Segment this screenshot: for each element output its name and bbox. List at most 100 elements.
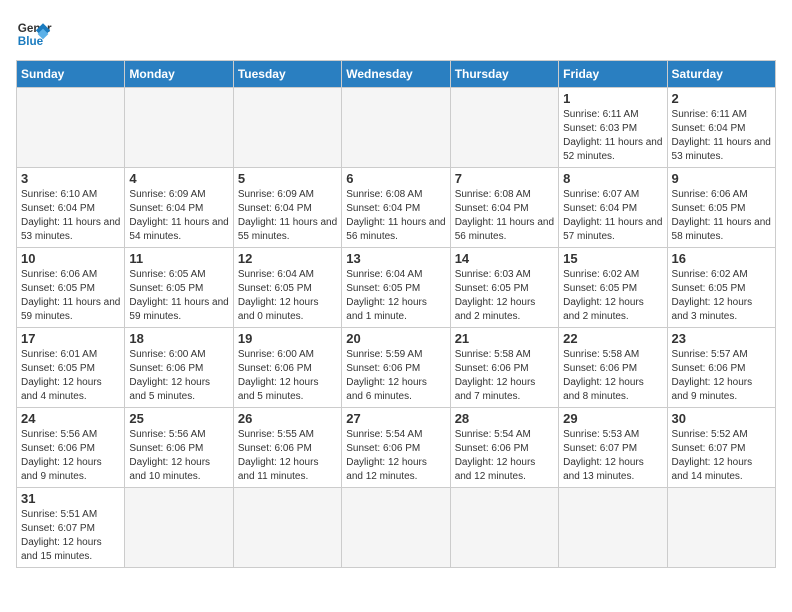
day-number: 11 [129, 251, 228, 266]
day-number: 22 [563, 331, 662, 346]
calendar-week-2: 3Sunrise: 6:10 AM Sunset: 6:04 PM Daylig… [17, 168, 776, 248]
calendar-cell: 10 Sunrise: 6:06 AM Sunset: 6:05 PM Dayli… [17, 248, 125, 328]
day-info: Sunrise: 5:56 AM Sunset: 6:06 PM Dayligh… [21, 428, 120, 484]
day-number: 2 [672, 91, 771, 106]
day-number: 10 [21, 251, 120, 266]
day-info: Sunrise: 5:55 AM Sunset: 6:06 PM Dayligh… [238, 428, 337, 484]
calendar-cell: 1Sunrise: 6:11 AM Sunset: 6:03 PM Daylig… [559, 88, 667, 168]
day-info: Sunrise: 5:58 AM Sunset: 6:06 PM Dayligh… [455, 348, 554, 404]
calendar-cell [342, 488, 450, 568]
calendar-cell [17, 88, 125, 168]
calendar-cell: 7Sunrise: 6:08 AM Sunset: 6:04 PM Daylig… [450, 168, 558, 248]
day-info: Sunrise: 6:09 AM Sunset: 6:04 PM Dayligh… [129, 188, 228, 244]
calendar-cell: 30 Sunrise: 5:52 AM Sunset: 6:07 PM Dayli… [667, 408, 775, 488]
calendar-cell: 15Sunrise: 6:02 AM Sunset: 6:05 PM Dayli… [559, 248, 667, 328]
day-info: Sunrise: 5:58 AM Sunset: 6:06 PM Dayligh… [563, 348, 662, 404]
day-number: 8 [563, 171, 662, 186]
calendar-cell [125, 88, 233, 168]
day-info: Sunrise: 6:11 AM Sunset: 6:03 PM Dayligh… [563, 108, 662, 164]
calendar-cell [450, 88, 558, 168]
day-number: 26 [238, 411, 337, 426]
calendar-cell [342, 88, 450, 168]
day-info: Sunrise: 5:52 AM Sunset: 6:07 PM Dayligh… [672, 428, 771, 484]
calendar-cell: 31 Sunrise: 5:51 AM Sunset: 6:07 PM Dayli… [17, 488, 125, 568]
calendar-week-3: 10 Sunrise: 6:06 AM Sunset: 6:05 PM Dayli… [17, 248, 776, 328]
day-info: Sunrise: 6:04 AM Sunset: 6:05 PM Dayligh… [346, 268, 445, 324]
calendar-cell [559, 488, 667, 568]
day-info: Sunrise: 6:01 AM Sunset: 6:05 PM Dayligh… [21, 348, 120, 404]
day-number: 12 [238, 251, 337, 266]
day-number: 19 [238, 331, 337, 346]
day-info: Sunrise: 6:05 AM Sunset: 6:05 PM Dayligh… [129, 268, 228, 324]
calendar-cell [667, 488, 775, 568]
day-number: 14 [455, 251, 554, 266]
day-info: Sunrise: 6:04 AM Sunset: 6:05 PM Dayligh… [238, 268, 337, 324]
day-info: Sunrise: 6:02 AM Sunset: 6:05 PM Dayligh… [672, 268, 771, 324]
calendar-cell: 29Sunrise: 5:53 AM Sunset: 6:07 PM Dayli… [559, 408, 667, 488]
day-number: 9 [672, 171, 771, 186]
day-number: 21 [455, 331, 554, 346]
header: General Blue [16, 16, 776, 52]
day-info: Sunrise: 6:00 AM Sunset: 6:06 PM Dayligh… [238, 348, 337, 404]
day-info: Sunrise: 5:53 AM Sunset: 6:07 PM Dayligh… [563, 428, 662, 484]
calendar-cell [233, 488, 341, 568]
calendar-cell: 4 Sunrise: 6:09 AM Sunset: 6:04 PM Daylig… [125, 168, 233, 248]
weekday-wednesday: Wednesday [342, 61, 450, 88]
day-info: Sunrise: 6:03 AM Sunset: 6:05 PM Dayligh… [455, 268, 554, 324]
day-info: Sunrise: 5:57 AM Sunset: 6:06 PM Dayligh… [672, 348, 771, 404]
calendar-cell: 14 Sunrise: 6:03 AM Sunset: 6:05 PM Dayli… [450, 248, 558, 328]
calendar-cell: 24 Sunrise: 5:56 AM Sunset: 6:06 PM Dayli… [17, 408, 125, 488]
calendar-table: SundayMondayTuesdayWednesdayThursdayFrid… [16, 60, 776, 568]
calendar-week-4: 17 Sunrise: 6:01 AM Sunset: 6:05 PM Dayli… [17, 328, 776, 408]
day-info: Sunrise: 6:06 AM Sunset: 6:05 PM Dayligh… [21, 268, 120, 324]
calendar-cell: 2 Sunrise: 6:11 AM Sunset: 6:04 PM Daylig… [667, 88, 775, 168]
calendar-cell: 21 Sunrise: 5:58 AM Sunset: 6:06 PM Dayli… [450, 328, 558, 408]
day-number: 31 [21, 491, 120, 506]
day-info: Sunrise: 5:59 AM Sunset: 6:06 PM Dayligh… [346, 348, 445, 404]
logo-icon: General Blue [16, 16, 52, 52]
day-number: 3 [21, 171, 120, 186]
day-info: Sunrise: 6:11 AM Sunset: 6:04 PM Dayligh… [672, 108, 771, 164]
day-info: Sunrise: 6:06 AM Sunset: 6:05 PM Dayligh… [672, 188, 771, 244]
calendar-cell: 5 Sunrise: 6:09 AM Sunset: 6:04 PM Daylig… [233, 168, 341, 248]
day-info: Sunrise: 5:51 AM Sunset: 6:07 PM Dayligh… [21, 508, 120, 564]
weekday-header-row: SundayMondayTuesdayWednesdayThursdayFrid… [17, 61, 776, 88]
calendar-cell: 20 Sunrise: 5:59 AM Sunset: 6:06 PM Dayli… [342, 328, 450, 408]
calendar-cell: 3Sunrise: 6:10 AM Sunset: 6:04 PM Daylig… [17, 168, 125, 248]
day-info: Sunrise: 6:08 AM Sunset: 6:04 PM Dayligh… [455, 188, 554, 244]
weekday-thursday: Thursday [450, 61, 558, 88]
day-number: 20 [346, 331, 445, 346]
calendar-cell: 9 Sunrise: 6:06 AM Sunset: 6:05 PM Daylig… [667, 168, 775, 248]
day-info: Sunrise: 6:08 AM Sunset: 6:04 PM Dayligh… [346, 188, 445, 244]
calendar-cell: 26 Sunrise: 5:55 AM Sunset: 6:06 PM Dayli… [233, 408, 341, 488]
day-info: Sunrise: 5:56 AM Sunset: 6:06 PM Dayligh… [129, 428, 228, 484]
calendar-cell: 25 Sunrise: 5:56 AM Sunset: 6:06 PM Dayli… [125, 408, 233, 488]
day-info: Sunrise: 6:09 AM Sunset: 6:04 PM Dayligh… [238, 188, 337, 244]
day-number: 6 [346, 171, 445, 186]
day-number: 15 [563, 251, 662, 266]
calendar-week-5: 24 Sunrise: 5:56 AM Sunset: 6:06 PM Dayli… [17, 408, 776, 488]
day-number: 13 [346, 251, 445, 266]
svg-text:Blue: Blue [18, 35, 44, 48]
calendar-cell: 27Sunrise: 5:54 AM Sunset: 6:06 PM Dayli… [342, 408, 450, 488]
day-number: 30 [672, 411, 771, 426]
day-number: 28 [455, 411, 554, 426]
calendar-week-6: 31 Sunrise: 5:51 AM Sunset: 6:07 PM Dayli… [17, 488, 776, 568]
weekday-tuesday: Tuesday [233, 61, 341, 88]
day-number: 23 [672, 331, 771, 346]
day-number: 4 [129, 171, 228, 186]
day-info: Sunrise: 6:07 AM Sunset: 6:04 PM Dayligh… [563, 188, 662, 244]
calendar-cell: 11 Sunrise: 6:05 AM Sunset: 6:05 PM Dayli… [125, 248, 233, 328]
weekday-sunday: Sunday [17, 61, 125, 88]
day-number: 24 [21, 411, 120, 426]
day-info: Sunrise: 5:54 AM Sunset: 6:06 PM Dayligh… [346, 428, 445, 484]
day-number: 17 [21, 331, 120, 346]
calendar-week-1: 1Sunrise: 6:11 AM Sunset: 6:03 PM Daylig… [17, 88, 776, 168]
calendar-cell: 19 Sunrise: 6:00 AM Sunset: 6:06 PM Dayli… [233, 328, 341, 408]
day-number: 25 [129, 411, 228, 426]
day-number: 5 [238, 171, 337, 186]
calendar-cell: 18Sunrise: 6:00 AM Sunset: 6:06 PM Dayli… [125, 328, 233, 408]
weekday-saturday: Saturday [667, 61, 775, 88]
calendar-cell: 12 Sunrise: 6:04 AM Sunset: 6:05 PM Dayli… [233, 248, 341, 328]
calendar-cell: 23 Sunrise: 5:57 AM Sunset: 6:06 PM Dayli… [667, 328, 775, 408]
